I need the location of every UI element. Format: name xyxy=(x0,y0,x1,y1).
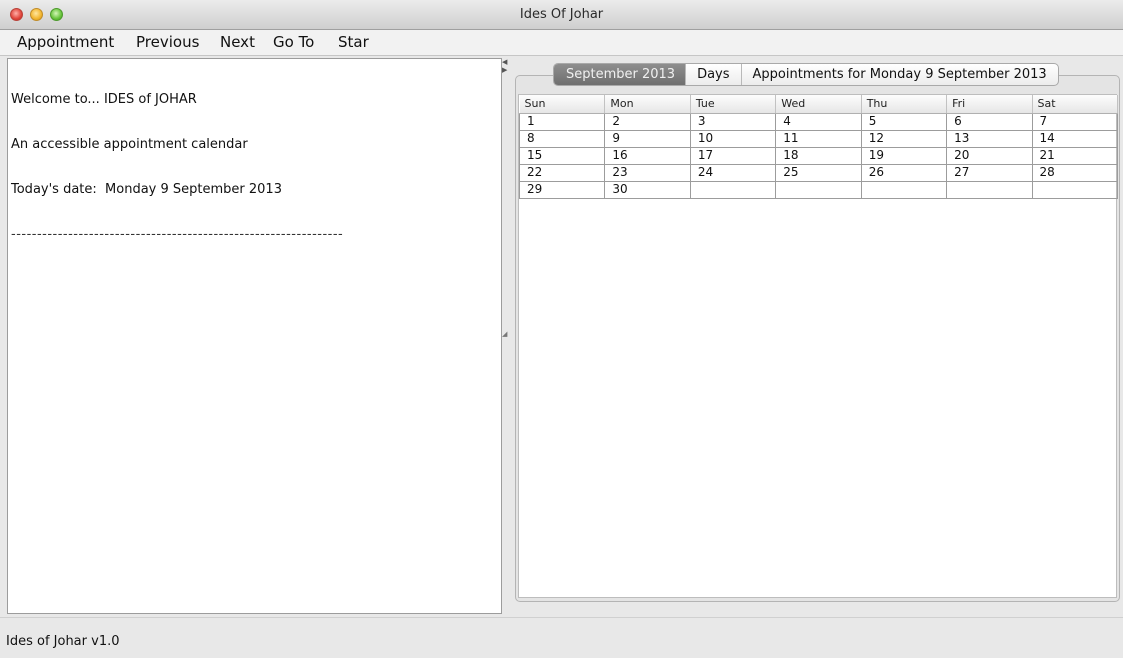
subtitle-line: An accessible appointment calendar xyxy=(11,137,248,152)
title-bar: Ides Of Johar xyxy=(0,0,1123,30)
day-cell[interactable]: 13 xyxy=(946,129,1033,148)
day-cell[interactable]: 20 xyxy=(946,146,1033,165)
tab-month[interactable]: September 2013 xyxy=(554,64,687,85)
day-cell[interactable]: 11 xyxy=(775,129,862,148)
day-cell[interactable]: 14 xyxy=(1031,129,1119,148)
column-header-mon[interactable]: Mon xyxy=(604,95,691,114)
day-cell[interactable]: 5 xyxy=(860,112,948,131)
calendar-week-row: 8 9 10 11 12 13 14 xyxy=(518,129,1119,148)
column-header-fri[interactable]: Fri xyxy=(946,95,1033,114)
menu-next[interactable]: Next xyxy=(220,33,255,51)
day-cell[interactable]: 17 xyxy=(689,146,777,165)
column-header-sun[interactable]: Sun xyxy=(519,95,606,114)
calendar-week-row: 29 30 xyxy=(518,180,1119,199)
day-cell[interactable]: 10 xyxy=(689,129,777,148)
column-header-sat[interactable]: Sat xyxy=(1032,95,1119,114)
calendar-week-row: 22 23 24 25 26 27 28 xyxy=(518,163,1119,182)
day-cell[interactable]: 12 xyxy=(860,129,948,148)
collapse-right-arrow-icon[interactable]: ▶ xyxy=(502,67,507,74)
menu-previous[interactable]: Previous xyxy=(136,33,199,51)
day-cell[interactable]: 29 xyxy=(518,180,606,199)
menu-bar: Appointment Previous Next Go To Star xyxy=(0,30,1123,56)
menu-go-to[interactable]: Go To xyxy=(273,33,314,51)
day-cell[interactable]: 22 xyxy=(518,163,606,182)
day-cell[interactable]: 15 xyxy=(518,146,606,165)
day-cell[interactable]: 2 xyxy=(604,112,691,131)
day-cell[interactable]: 18 xyxy=(775,146,862,165)
welcome-line: Welcome to... IDES of JOHAR xyxy=(11,92,197,107)
tab-appointments[interactable]: Appointments for Monday 9 September 2013 xyxy=(742,64,1058,85)
column-header-tue[interactable]: Tue xyxy=(690,95,777,114)
day-cell[interactable] xyxy=(860,180,948,199)
split-pane-divider[interactable]: ◀ ▶ ◢ xyxy=(502,58,510,614)
tab-bar: September 2013 Days Appointments for Mon… xyxy=(553,63,1059,86)
day-cell[interactable]: 30 xyxy=(604,180,691,199)
day-cell[interactable]: 9 xyxy=(604,129,691,148)
day-cell[interactable]: 23 xyxy=(604,163,691,182)
day-cell[interactable]: 4 xyxy=(775,112,862,131)
calendar-table: Sun Mon Tue Wed Thu Fri Sat 1 2 3 4 5 6 … xyxy=(518,95,1119,199)
column-header-thu[interactable]: Thu xyxy=(861,95,948,114)
day-cell[interactable]: 19 xyxy=(860,146,948,165)
window-title: Ides Of Johar xyxy=(519,7,604,22)
day-cell[interactable]: 24 xyxy=(689,163,777,182)
day-cell[interactable] xyxy=(775,180,862,199)
menu-appointment[interactable]: Appointment xyxy=(17,33,114,51)
collapse-left-arrow-icon[interactable]: ◀ xyxy=(502,59,507,66)
tab-days[interactable]: Days xyxy=(686,64,742,85)
calendar-week-row: 1 2 3 4 5 6 7 xyxy=(518,112,1119,131)
status-separator xyxy=(0,617,1123,618)
day-cell[interactable]: 16 xyxy=(604,146,691,165)
day-cell[interactable]: 7 xyxy=(1031,112,1119,131)
day-cell[interactable]: 25 xyxy=(775,163,862,182)
day-cell[interactable]: 8 xyxy=(518,129,606,148)
calendar-header-row: Sun Mon Tue Wed Thu Fri Sat xyxy=(519,95,1119,114)
todays-date-line: Today's date: Monday 9 September 2013 xyxy=(11,182,282,197)
day-cell[interactable]: 21 xyxy=(1031,146,1119,165)
day-cell[interactable] xyxy=(1031,180,1119,199)
calendar-week-row: 15 16 17 18 19 20 21 xyxy=(518,146,1119,165)
day-cell[interactable] xyxy=(689,180,777,199)
day-cell[interactable]: 26 xyxy=(860,163,948,182)
day-cell[interactable]: 3 xyxy=(689,112,777,131)
separator-line: ----------------------------------------… xyxy=(11,227,344,242)
day-cell[interactable]: 27 xyxy=(946,163,1033,182)
menu-star[interactable]: Star xyxy=(338,33,369,51)
day-cell[interactable] xyxy=(946,180,1033,199)
column-header-wed[interactable]: Wed xyxy=(775,95,862,114)
info-text-area[interactable]: Welcome to... IDES of JOHAR An accessibl… xyxy=(7,58,502,614)
divider-grip-icon[interactable]: ◢ xyxy=(502,330,507,338)
day-cell[interactable]: 1 xyxy=(518,112,606,131)
day-cell[interactable]: 28 xyxy=(1031,163,1119,182)
month-calendar: Sun Mon Tue Wed Thu Fri Sat 1 2 3 4 5 6 … xyxy=(518,94,1119,598)
day-cell[interactable]: 6 xyxy=(946,112,1033,131)
status-bar-text: Ides of Johar v1.0 xyxy=(6,634,120,649)
